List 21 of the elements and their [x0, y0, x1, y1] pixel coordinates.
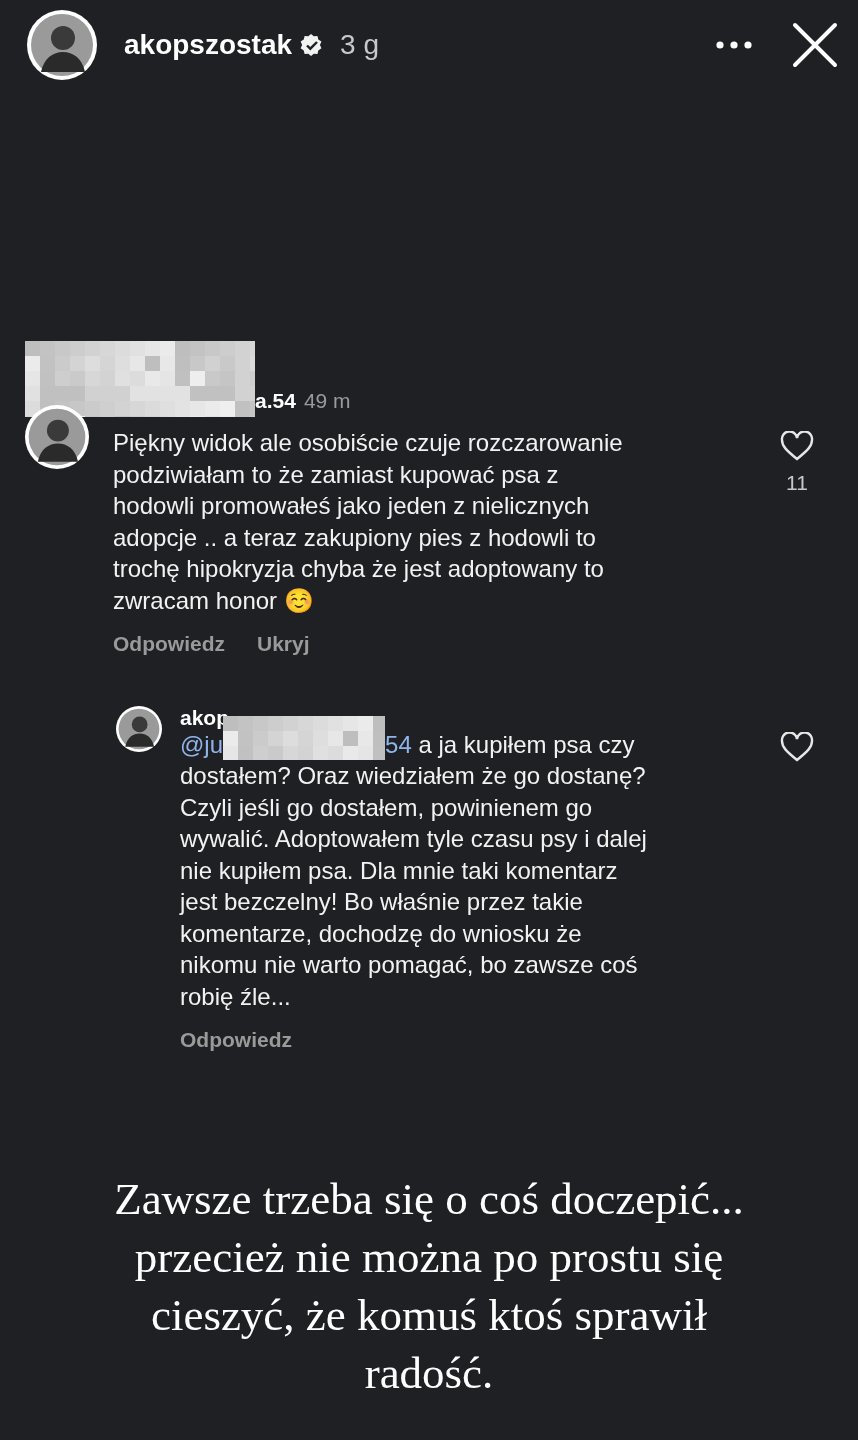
like-button[interactable]	[780, 732, 814, 762]
comment-action[interactable]: Odpowiedz	[113, 632, 225, 656]
reply-avatar[interactable]	[116, 706, 162, 752]
mention-link[interactable]: 54	[385, 728, 412, 760]
commenter-avatar[interactable]	[25, 405, 89, 469]
profile-avatar[interactable]	[27, 10, 97, 80]
like-button[interactable]	[780, 431, 814, 461]
reply-text: dostałem? Oraz wiedziałem że go dostanę? Czyli jeśli go dostałem, powinienem go wywalić. Adoptowałem tyle czasu psy i dalej nie kupiłem psa. Dla mnie taki komentarz jest bezczelny! Bo właśnie przez takie komentarze, dochodzę do wniosku że nikomu nie warto pomagać, bo zawsze coś robię źle...	[180, 761, 647, 1012]
post-time: 3 g	[340, 29, 379, 61]
more-options-icon[interactable]	[716, 41, 752, 49]
comment-text: Piękny widok ale osobiście czuje rozczarowanie podziwiałam to że zamiast kupować psa z hodowli promowałeś jako jeden z nielicznych adopcje .. a teraz zakupiony pies z hodowli to trochę hipokryzja chyba że jest adoptowany to zwracam honor ☺	[113, 428, 623, 616]
like-count: 11	[786, 471, 808, 495]
close-icon[interactable]	[792, 22, 838, 68]
comment-time: 49 m	[303, 389, 351, 413]
reply-text: a ja kupiłem psa czy	[417, 729, 635, 760]
reply-action[interactable]: Odpowiedz	[180, 1028, 292, 1052]
comment-action[interactable]: Ukryj	[257, 632, 310, 656]
comment-username[interactable]: a.54	[255, 389, 296, 413]
username[interactable]: akopszostak	[124, 29, 293, 61]
mention-link[interactable]: @ju	[180, 728, 224, 760]
story-caption: Zawsze trzeba się o coś doczepić... przecież nie można po prostu się cieszyć, że komuś ktoś sprawił radość.	[113, 1173, 745, 1400]
